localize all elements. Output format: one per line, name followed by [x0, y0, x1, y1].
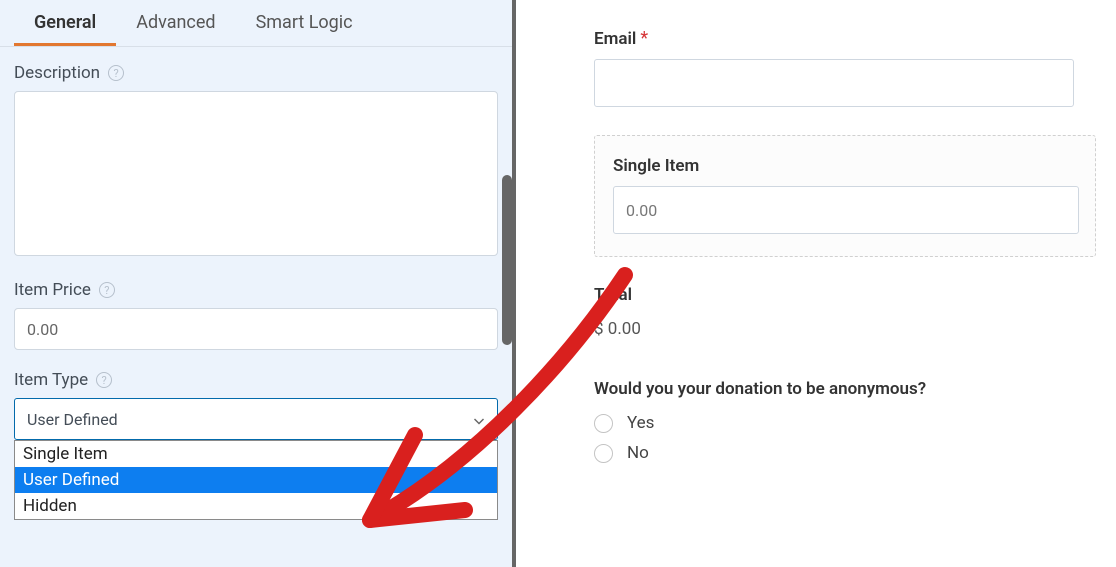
email-input[interactable]	[594, 59, 1074, 107]
description-input[interactable]	[14, 91, 498, 256]
item-type-dropdown: Single Item User Defined Hidden	[14, 440, 498, 520]
tab-advanced[interactable]: Advanced	[116, 0, 235, 46]
dropdown-item-hidden[interactable]: Hidden	[15, 493, 497, 519]
required-asterisk: *	[640, 28, 648, 49]
dropdown-item-user-defined[interactable]: User Defined	[15, 467, 497, 493]
single-item-label: Single Item	[613, 156, 699, 176]
help-icon[interactable]: ?	[99, 282, 115, 298]
item-type-select[interactable]: User Defined	[14, 398, 498, 440]
dropdown-item-single-item[interactable]: Single Item	[15, 441, 497, 467]
email-label: Email	[594, 29, 636, 49]
chevron-down-icon	[473, 413, 485, 425]
radio-item-no[interactable]: No	[594, 443, 1096, 463]
single-item-group: Single Item	[594, 135, 1096, 257]
radio-circle[interactable]	[594, 414, 613, 433]
radio-circle[interactable]	[594, 444, 613, 463]
radio-label-no: No	[627, 443, 649, 463]
radio-item-yes[interactable]: Yes	[594, 413, 1096, 433]
tab-general[interactable]: General	[14, 0, 116, 46]
single-item-input[interactable]	[613, 186, 1079, 234]
total-label: Total	[594, 285, 632, 305]
radio-label-yes: Yes	[627, 413, 654, 433]
scrollbar-thumb[interactable]	[502, 175, 512, 345]
help-icon[interactable]: ?	[96, 372, 112, 388]
item-price-input[interactable]	[14, 308, 498, 350]
item-type-label: Item Type	[14, 370, 88, 390]
description-label: Description	[14, 63, 100, 83]
item-type-selected: User Defined	[27, 410, 118, 429]
help-icon[interactable]: ?	[108, 65, 124, 81]
tab-smart-logic[interactable]: Smart Logic	[236, 0, 373, 46]
item-price-label: Item Price	[14, 280, 91, 300]
total-value: $ 0.00	[594, 319, 1096, 339]
anon-question: Would you your donation to be anonymous?	[594, 379, 926, 399]
